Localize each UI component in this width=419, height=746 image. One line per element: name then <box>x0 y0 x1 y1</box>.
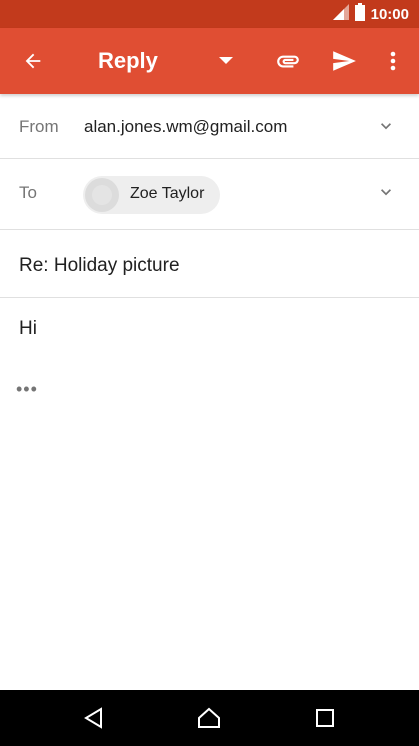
back-triangle-icon[interactable] <box>79 703 109 733</box>
status-bar: 10:00 <box>0 0 419 28</box>
status-clock: 10:00 <box>370 5 409 23</box>
from-label: From <box>19 117 59 136</box>
signal-icon <box>332 3 349 25</box>
attach-icon[interactable] <box>268 41 308 81</box>
battery-icon <box>354 2 365 26</box>
quoted-text-toggle[interactable]: ••• <box>16 380 38 398</box>
send-icon[interactable] <box>324 41 364 81</box>
avatar <box>85 178 119 212</box>
recipient-chip[interactable]: Zoe Taylor <box>83 176 220 214</box>
message-body[interactable]: Hi <box>19 318 37 340</box>
app-bar: Reply <box>0 28 419 94</box>
to-label: To <box>19 183 37 202</box>
from-account[interactable]: alan.jones.wm@gmail.com <box>84 117 287 137</box>
more-vert-icon[interactable] <box>373 41 413 81</box>
page-title: Reply <box>98 48 158 73</box>
to-row[interactable]: To Zoe Taylor <box>0 159 419 230</box>
recents-square-icon[interactable] <box>310 703 340 733</box>
navigation-bar <box>0 690 419 746</box>
status-icons: 10:00 <box>332 0 409 28</box>
chevron-down-icon[interactable] <box>376 116 396 141</box>
back-arrow-icon[interactable] <box>13 41 53 81</box>
chevron-down-icon[interactable] <box>376 182 396 207</box>
home-icon[interactable] <box>194 703 224 733</box>
dropdown-icon[interactable] <box>206 41 246 81</box>
recipient-name: Zoe Taylor <box>130 185 205 202</box>
subject-field[interactable]: Re: Holiday picture <box>19 255 180 277</box>
from-row[interactable]: From alan.jones.wm@gmail.com <box>0 94 419 159</box>
